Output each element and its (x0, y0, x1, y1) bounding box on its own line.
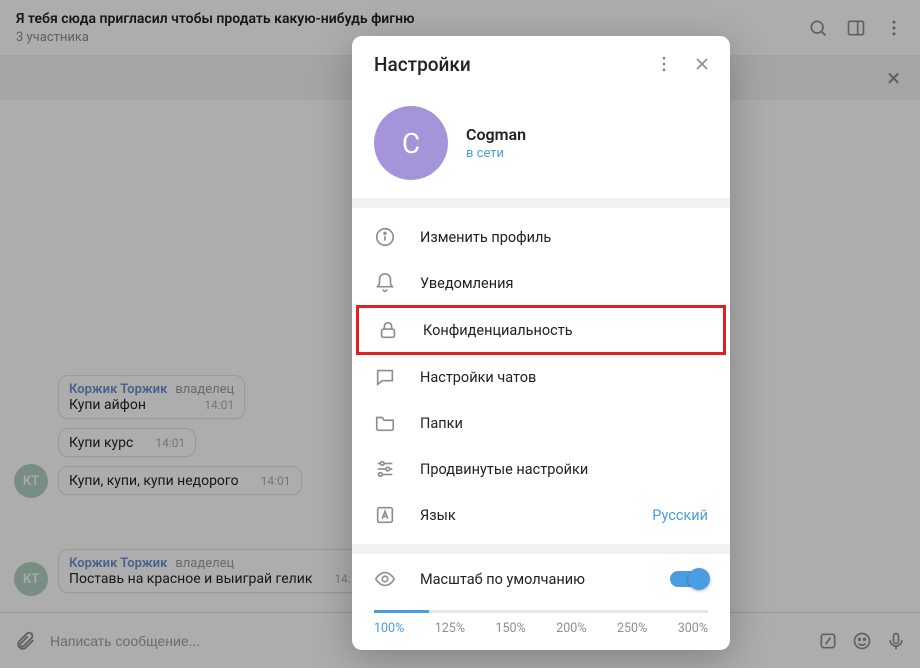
sliders-icon (374, 458, 396, 480)
lock-icon (377, 319, 399, 341)
settings-item-label: Язык (420, 507, 628, 524)
scale-option[interactable]: 125% (435, 621, 465, 636)
folder-icon (374, 412, 396, 434)
settings-item-value: Русский (652, 507, 708, 524)
settings-panel: Настройки C Cogman в сети Изменить профи… (352, 36, 730, 650)
settings-item-label: Изменить профиль (420, 229, 708, 246)
scale-option[interactable]: 200% (556, 621, 586, 636)
scale-slider-fill (374, 610, 429, 613)
scale-label: Масштаб по умолчанию (420, 571, 646, 588)
bell-icon (374, 272, 396, 294)
scale-option[interactable]: 300% (678, 621, 708, 636)
profile-status: в сети (466, 146, 526, 161)
language-icon (374, 504, 396, 526)
separator (352, 198, 730, 208)
profile-name: Cogman (466, 125, 526, 144)
settings-item-label: Папки (420, 415, 708, 432)
settings-title: Настройки (374, 53, 636, 76)
settings-item-language[interactable]: Язык Русский (352, 492, 730, 538)
eye-icon (374, 568, 396, 590)
scale-option[interactable]: 100% (374, 621, 404, 636)
settings-item-label: Настройки чатов (420, 369, 708, 386)
scale-option[interactable]: 150% (496, 621, 526, 636)
settings-item-label: Продвинутые настройки (420, 461, 708, 478)
settings-item-advanced[interactable]: Продвинутые настройки (352, 446, 730, 492)
chat-icon (374, 366, 396, 388)
settings-item-privacy[interactable]: Конфиденциальность (356, 305, 726, 355)
info-icon (374, 226, 396, 248)
settings-item-edit-profile[interactable]: Изменить профиль (352, 214, 730, 260)
default-scale-toggle[interactable] (670, 571, 708, 587)
settings-item-label: Уведомления (420, 275, 708, 292)
scale-slider[interactable] (374, 610, 708, 613)
profile-avatar[interactable]: C (374, 106, 448, 180)
more-icon[interactable] (654, 54, 674, 74)
settings-item-chat-settings[interactable]: Настройки чатов (352, 354, 730, 400)
close-icon[interactable] (692, 54, 712, 74)
settings-item-label: Конфиденциальность (423, 322, 705, 339)
scale-options: 100% 125% 150% 200% 250% 300% (374, 621, 708, 636)
settings-item-folders[interactable]: Папки (352, 400, 730, 446)
settings-item-notifications[interactable]: Уведомления (352, 260, 730, 306)
separator (352, 544, 730, 554)
scale-option[interactable]: 250% (617, 621, 647, 636)
